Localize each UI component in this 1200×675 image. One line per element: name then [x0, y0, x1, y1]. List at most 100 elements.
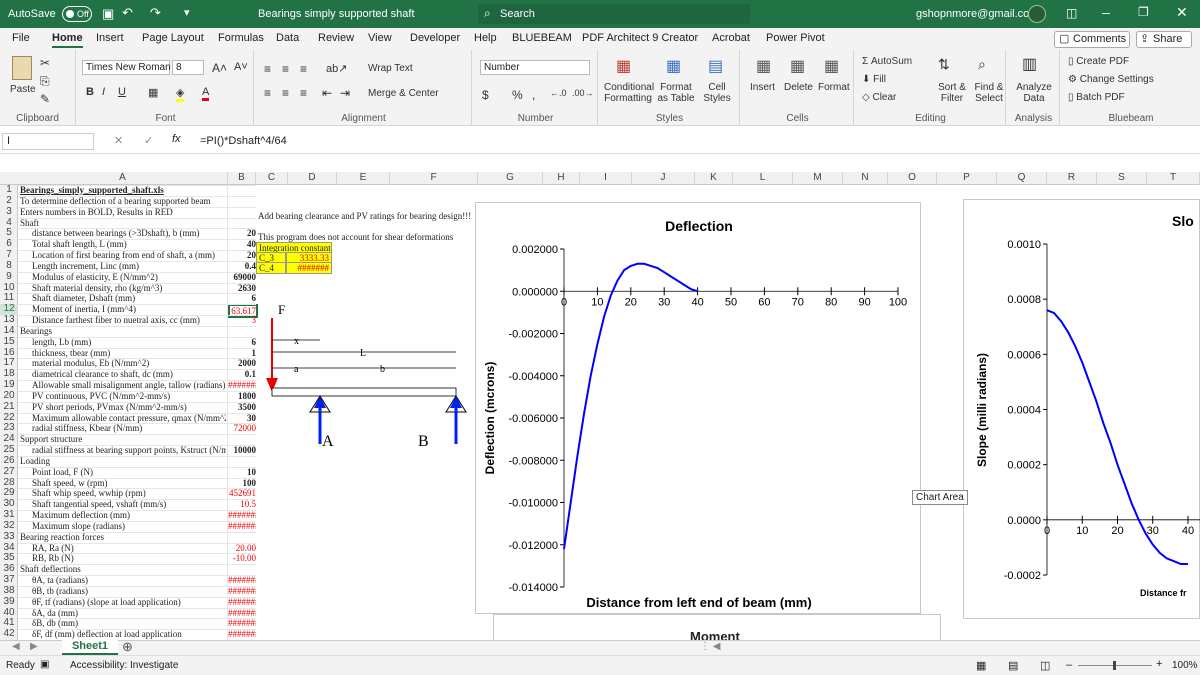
middle-align-icon[interactable]: ≡	[282, 62, 289, 76]
label-cell[interactable]: length, Lb (mm)	[20, 337, 226, 347]
value-cell[interactable]: #######	[228, 618, 256, 628]
create-pdf-button[interactable]: ▯ Create PDF	[1068, 56, 1129, 67]
tab-sheet1[interactable]: Sheet1	[62, 640, 118, 655]
column-header-a[interactable]: A	[18, 172, 228, 185]
next-sheet-icon[interactable]: ▶	[30, 641, 38, 652]
value-cell[interactable]: #######	[228, 608, 256, 618]
c4-label[interactable]: C_4	[256, 262, 286, 274]
find-select-button[interactable]: Find & Select	[972, 82, 1006, 104]
column-header-p[interactable]: P	[937, 172, 997, 185]
label-cell[interactable]: Location of first bearing from end of sh…	[20, 250, 226, 260]
cancel-icon[interactable]: ✕	[114, 134, 123, 147]
column-header-r[interactable]: R	[1047, 172, 1097, 185]
save-icon[interactable]: ▣	[102, 6, 114, 22]
column-header-m[interactable]: M	[793, 172, 843, 185]
top-align-icon[interactable]: ≡	[264, 62, 271, 76]
paste-button[interactable]: Paste	[10, 84, 36, 95]
value-cell[interactable]: 452691	[228, 488, 256, 498]
column-header-t[interactable]: T	[1147, 172, 1200, 185]
label-cell[interactable]: Point load, F (N)	[20, 467, 226, 477]
orientation-icon[interactable]: ab↗	[326, 62, 347, 75]
menu-tab-bluebeam[interactable]: BLUEBEAM	[512, 32, 572, 44]
bold-button[interactable]: B	[86, 86, 94, 98]
beam-diagram[interactable]: F x L a b A B	[260, 300, 470, 460]
value-cell[interactable]: 69000	[228, 272, 257, 282]
label-cell[interactable]: Shaft tangential speed, vshaft (mm/s)	[20, 499, 226, 509]
value-cell[interactable]: #######	[228, 629, 256, 639]
increase-decimal-icon[interactable]: ←.0	[550, 88, 567, 98]
column-header-d[interactable]: D	[288, 172, 337, 185]
zoom-in-icon[interactable]: +	[1156, 658, 1162, 670]
restore-icon[interactable]: ❐	[1138, 5, 1149, 19]
comments-button[interactable]: ▢ Comments	[1054, 31, 1130, 48]
value-cell[interactable]: 10	[228, 467, 256, 477]
value-cell[interactable]: 2000	[228, 358, 256, 368]
label-cell[interactable]: RB, Rb (N)	[20, 553, 226, 563]
comma-icon[interactable]: ,	[532, 88, 535, 102]
label-cell[interactable]: θB, tb (radians)	[20, 586, 226, 596]
fill-button[interactable]: ⬇ Fill	[862, 74, 886, 85]
font-size-select[interactable]: 8	[172, 60, 204, 75]
menu-tab-pdf-architect-9-creator[interactable]: PDF Architect 9 Creator	[582, 32, 698, 44]
find-icon[interactable]: ⌕	[978, 56, 986, 73]
row-header[interactable]: 33	[0, 531, 18, 543]
row-header[interactable]: 21	[0, 401, 18, 413]
name-box[interactable]: I	[2, 133, 94, 150]
row-header[interactable]: 27	[0, 466, 18, 478]
label-cell[interactable]: Maximum allowable contact pressure, qmax…	[20, 413, 226, 423]
insert-icon[interactable]: ▦	[756, 56, 771, 76]
value-cell[interactable]: 100	[228, 478, 257, 488]
label-cell[interactable]: δB, db (mm)	[20, 618, 226, 628]
close-icon[interactable]: ✕	[1176, 4, 1188, 21]
underline-button[interactable]: U	[118, 86, 126, 98]
label-cell[interactable]: Distance farthest fiber to nuetral axis,…	[20, 315, 226, 325]
value-cell[interactable]: 40	[228, 239, 256, 249]
label-cell[interactable]: θA, ta (radians)	[20, 575, 226, 585]
minimize-icon[interactable]: –	[1102, 4, 1110, 20]
account-email[interactable]: gshopnmore@gmail.com	[916, 8, 1038, 20]
label-cell[interactable]: Bearings	[20, 326, 226, 336]
prev-sheet-icon[interactable]: ◀	[12, 641, 20, 652]
format-icon[interactable]: ▦	[824, 56, 839, 76]
avatar[interactable]	[1028, 5, 1046, 23]
value-cell[interactable]: 0.1	[228, 369, 256, 379]
change-settings-button[interactable]: ⚙ Change Settings	[1068, 74, 1154, 85]
document-title[interactable]: Bearings simply supported shaft	[258, 8, 415, 20]
label-cell[interactable]: Maximum deflection (mm)	[20, 510, 226, 520]
increase-font-icon[interactable]: A˄	[212, 61, 227, 75]
menu-tab-page-layout[interactable]: Page Layout	[142, 32, 204, 44]
label-cell[interactable]: PV continuous, PVC (N/mm^2-mm/s)	[20, 391, 226, 401]
column-header-g[interactable]: G	[478, 172, 543, 185]
row-header[interactable]: 9	[0, 271, 18, 283]
note-bearing-design[interactable]: Add bearing clearance and PV ratings for…	[258, 211, 471, 221]
deflection-chart[interactable]: Deflection 0.002000 0.000000 -0.002000 -0.00…	[475, 202, 921, 614]
italic-button[interactable]: I	[102, 86, 105, 98]
value-cell[interactable]: #######	[228, 521, 256, 531]
label-cell[interactable]: Bearing reaction forces	[20, 532, 226, 542]
cell-styles-icon[interactable]: ▤	[708, 56, 723, 76]
value-cell[interactable]: 1	[228, 348, 257, 358]
menu-tab-developer[interactable]: Developer	[410, 32, 460, 44]
row-header[interactable]: 15	[0, 336, 18, 348]
redo-icon[interactable]: ↷	[150, 5, 161, 21]
label-cell[interactable]: distance between bearings (>3Dshaft), b …	[20, 228, 226, 238]
clear-button[interactable]: ◇ Clear	[862, 92, 896, 103]
c4-value[interactable]: #######	[286, 262, 332, 274]
align-left-icon[interactable]: ≡	[264, 86, 271, 100]
column-header-s[interactable]: S	[1097, 172, 1147, 185]
column-header-n[interactable]: N	[843, 172, 888, 185]
value-cell[interactable]: 6	[228, 293, 257, 303]
bottom-align-icon[interactable]: ≡	[300, 62, 307, 76]
label-cell[interactable]: Shaft whip speed, wwhip (rpm)	[20, 488, 226, 498]
cut-icon[interactable]: ✂	[40, 56, 50, 70]
paste-icon[interactable]	[12, 56, 32, 80]
column-header-q[interactable]: Q	[997, 172, 1047, 185]
delete-icon[interactable]: ▦	[790, 56, 805, 76]
label-cell[interactable]: RA, Ra (N)	[20, 543, 226, 553]
slope-chart[interactable]: Slo 0.0010 0.0008 0.0006 0.0004 0.0002 0.0000 -…	[963, 199, 1200, 619]
label-cell[interactable]: Total shaft length, L (mm)	[20, 239, 226, 249]
menu-tab-home[interactable]: Home	[52, 32, 83, 48]
label-cell[interactable]: Moment of inertia, I (mm^4)	[20, 304, 226, 314]
function-icon[interactable]: fx	[172, 133, 181, 145]
share-button[interactable]: ⇪ Share	[1136, 31, 1192, 48]
